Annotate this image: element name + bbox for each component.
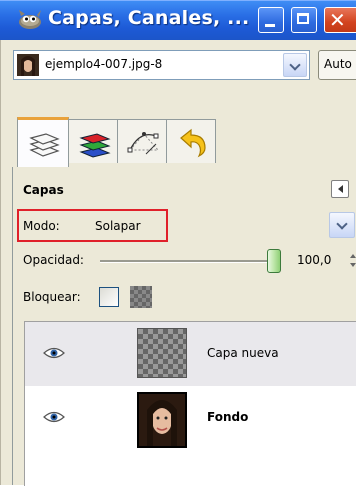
mode-highlight-box — [17, 209, 168, 242]
mode-dropdown-button[interactable] — [329, 212, 355, 238]
image-thumbnail — [17, 54, 39, 76]
paths-icon — [127, 132, 160, 155]
opacity-slider-track[interactable] — [100, 260, 270, 263]
channels-icon — [79, 133, 111, 158]
layer-name[interactable]: Capa nueva — [207, 346, 279, 360]
undo-icon — [180, 128, 206, 158]
tab-paths[interactable] — [117, 119, 167, 163]
window-title: Capas, Canales, ... — [48, 7, 250, 29]
chevron-down-icon[interactable] — [283, 53, 307, 77]
minimize-button[interactable] — [258, 7, 284, 33]
image-combo-value: ejemplo4-007.jpg-8 — [45, 57, 163, 71]
opacity-label: Opacidad: — [23, 253, 84, 267]
layer-thumbnail — [137, 392, 187, 448]
close-icon: ✕ — [329, 8, 346, 32]
layer-row[interactable]: Capa nueva — [25, 322, 356, 386]
lock-pixels-checkbox[interactable] — [99, 287, 119, 307]
opacity-slider-handle[interactable] — [267, 249, 281, 273]
image-selector-row: ejemplo4-007.jpg-8 Auto — [0, 40, 356, 92]
gimp-wilber-icon — [19, 10, 41, 29]
lock-label: Bloquear: — [23, 290, 81, 304]
layer-row[interactable]: Fondo — [25, 386, 356, 450]
auto-button-label: Auto — [324, 57, 352, 71]
lock-alpha-icon[interactable] — [130, 286, 152, 308]
layers-list: Capa nueva Fondo — [24, 321, 356, 486]
tab-channels[interactable] — [68, 119, 118, 163]
eye-icon[interactable] — [43, 346, 65, 360]
tab-menu-button[interactable] — [331, 180, 349, 198]
layer-name[interactable]: Fondo — [207, 410, 248, 424]
tab-undo-history[interactable] — [166, 119, 216, 163]
title-bar[interactable]: Capas, Canales, ... ✕ — [0, 0, 356, 40]
window-left-edge — [0, 167, 12, 485]
auto-button[interactable]: Auto — [318, 50, 356, 80]
maximize-button[interactable] — [291, 7, 317, 33]
tab-layers[interactable] — [17, 117, 69, 167]
opacity-spin-arrows-icon[interactable] — [348, 251, 356, 271]
layers-icon — [29, 133, 60, 157]
eye-icon[interactable] — [43, 410, 65, 424]
close-button[interactable]: ✕ — [324, 7, 356, 33]
layer-thumbnail — [137, 328, 187, 378]
panel-title: Capas — [23, 183, 64, 197]
image-combo[interactable]: ejemplo4-007.jpg-8 — [13, 50, 310, 80]
opacity-value[interactable]: 100,0 — [297, 253, 331, 267]
